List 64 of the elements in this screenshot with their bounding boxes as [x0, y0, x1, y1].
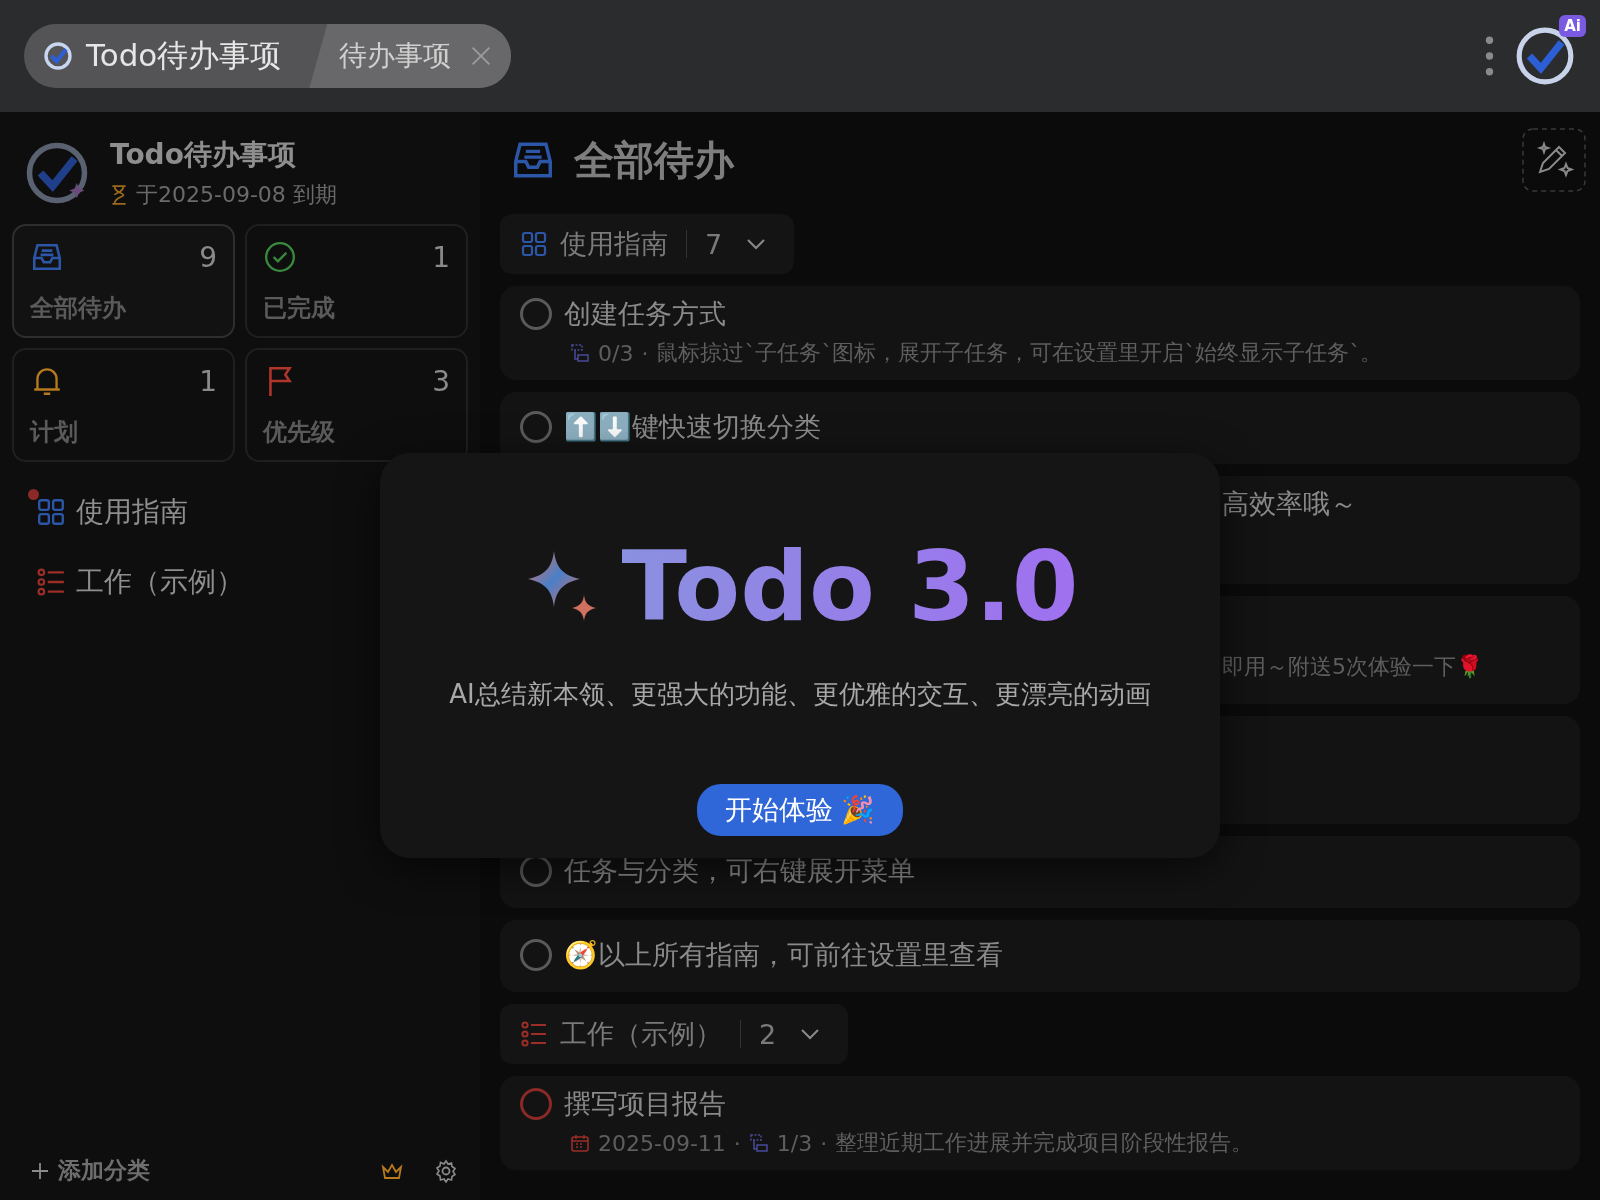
task-checkbox[interactable]: [520, 298, 552, 330]
task-title: ⬆⬇键快速切换分类: [564, 410, 821, 444]
list-icon: [36, 567, 66, 597]
task-title: 🧭以上所有指南，可前往设置里查看: [564, 938, 1003, 972]
task-card[interactable]: ⬆⬇键快速切换分类: [500, 392, 1580, 464]
group-name: 使用指南: [560, 227, 668, 261]
separator-dot: ·: [641, 340, 649, 366]
start-button[interactable]: 开始体验 🎉: [696, 784, 904, 836]
subtask-icon: [570, 343, 590, 363]
stat-card[interactable]: 9 全部待办: [12, 224, 235, 338]
ai-badge: Ai: [1559, 15, 1586, 37]
chevron-down-icon[interactable]: [800, 1028, 821, 1040]
stat-count: 3: [432, 364, 450, 398]
group-count: 7: [705, 228, 723, 260]
app-tab[interactable]: Todo待办事项: [86, 35, 310, 77]
task-note: 即用～附送5次体验一下🌹: [1222, 653, 1483, 681]
task-checkbox[interactable]: [520, 411, 552, 443]
app-logo-icon: [24, 140, 90, 206]
stat-count: 9: [199, 240, 217, 274]
group-header[interactable]: 使用指南 7: [500, 214, 795, 274]
app-name: Todo待办事项: [110, 137, 297, 173]
subtask-count: 0/3: [598, 340, 634, 366]
add-category-button[interactable]: 添加分类: [30, 1155, 150, 1186]
due-date: 于2025-09-08 到期: [136, 181, 337, 209]
stat-card[interactable]: 1 已完成: [245, 224, 468, 338]
group-name: 工作（示例）: [560, 1017, 722, 1051]
task-title: 撰写项目报告: [564, 1087, 726, 1121]
task-checkbox[interactable]: [520, 1088, 552, 1120]
grid-icon: [36, 497, 66, 527]
task-title: 高效率哦～: [1222, 487, 1357, 521]
check-circle-icon: [263, 240, 297, 274]
task-note: 整理近期工作进展并完成项目阶段性报告。: [835, 1129, 1254, 1157]
calendar-icon: [570, 1133, 590, 1153]
task-title: 任务与分类，可右键展开菜单: [564, 854, 915, 888]
category-item[interactable]: 使用指南: [28, 484, 468, 532]
group-count: 2: [759, 1018, 777, 1050]
list-icon: [520, 1020, 548, 1048]
task-checkbox[interactable]: [520, 939, 552, 971]
task-card[interactable]: 创建任务方式 0/3 · 鼠标掠过`子任务`图标，展开子任务，可在设置里开启`始终显示子任务`。: [500, 286, 1580, 380]
task-card[interactable]: 🧭以上所有指南，可前往设置里查看: [500, 920, 1580, 992]
more-icon[interactable]: [1485, 35, 1494, 77]
plus-icon: [30, 1160, 50, 1181]
dialog-text: AI总结新本领、更强大的功能、更优雅的交互、更漂亮的动画: [449, 678, 1151, 711]
hourglass-icon: [110, 184, 128, 206]
stat-card[interactable]: 1 计划: [12, 348, 235, 462]
task-title: 创建任务方式: [564, 297, 726, 331]
separator-dot: ·: [733, 1130, 741, 1156]
subtask-icon: [748, 1133, 769, 1153]
separator-dot: ·: [820, 1130, 828, 1156]
check-circle-icon: [42, 40, 74, 72]
settings-icon[interactable]: [434, 1158, 458, 1183]
task-card[interactable]: 撰写项目报告 2025-09-11 · 1/3 · 整理近期工作进展并完成项目阶段性报告。: [500, 1076, 1580, 1170]
subtask-count: 1/3: [776, 1130, 813, 1156]
app-tab-bar[interactable]: Todo待办事项 待办事项: [24, 24, 512, 88]
category-item[interactable]: 工作（示例）: [28, 554, 468, 602]
page-title: 全部待办: [574, 135, 734, 185]
task-note: 鼠标掠过`子任务`图标，展开子任务，可在设置里开启`始终显示子任务`。: [656, 339, 1383, 367]
stat-count: 1: [199, 364, 217, 398]
stat-count: 1: [432, 240, 450, 274]
magic-edit-icon[interactable]: [1522, 128, 1586, 192]
chevron-down-icon[interactable]: [746, 238, 767, 250]
grid-icon: [520, 230, 548, 258]
task-date: 2025-09-11: [598, 1130, 726, 1156]
group-header[interactable]: 工作（示例） 2: [500, 1004, 849, 1064]
